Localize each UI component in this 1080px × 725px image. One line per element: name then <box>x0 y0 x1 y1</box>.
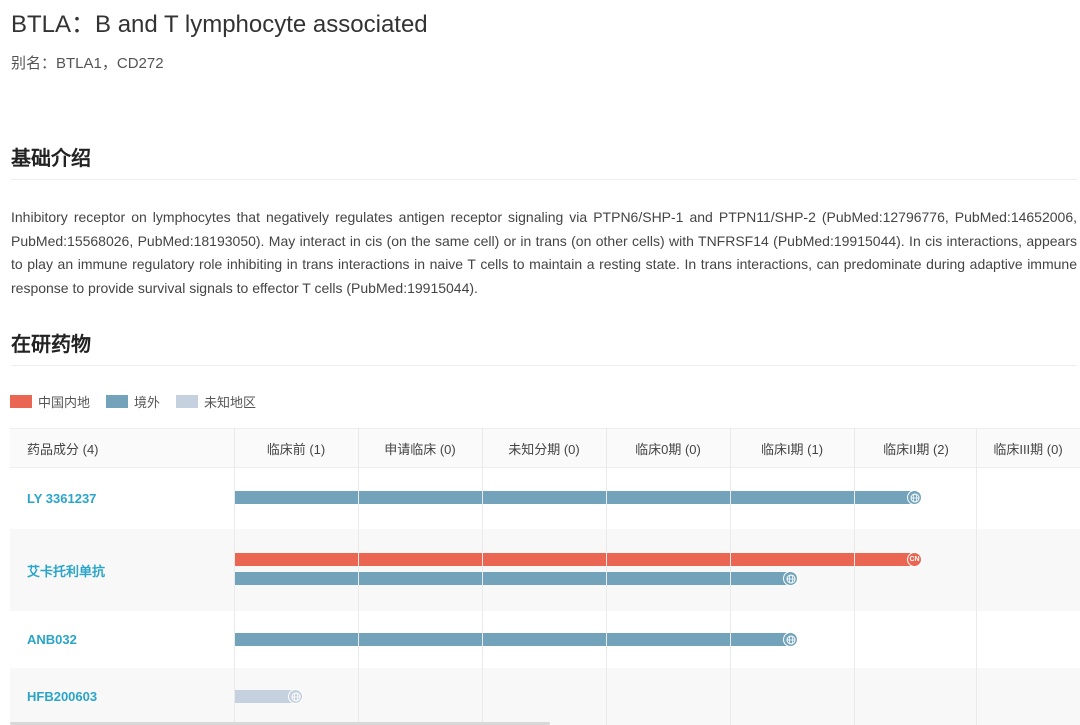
section-divider <box>11 179 1077 180</box>
intro-text: Inhibitory receptor on lymphocytes that … <box>11 209 1077 296</box>
drug-link[interactable]: ANB032 <box>27 632 77 647</box>
target-alias: 别名：BTLA1，CD272 <box>11 55 164 72</box>
phase-bar-mainland[interactable]: CN <box>234 552 922 567</box>
column-divider <box>358 428 359 725</box>
table-row: HFB200603 <box>10 668 1080 725</box>
phase-bar-overseas[interactable] <box>234 632 798 647</box>
column-divider <box>854 428 855 725</box>
header-phase-unknown: 未知分期 (0) <box>508 441 580 457</box>
legend-label-overseas: 境外 <box>134 394 161 410</box>
globe-icon <box>288 689 303 704</box>
section-divider <box>11 365 1077 366</box>
phase-bar-overseas[interactable] <box>234 571 798 586</box>
drug-link[interactable]: HFB200603 <box>27 689 97 704</box>
table-header-row: 药品成分 (4) 临床前 (1) 申请临床 (0) 未知分期 (0) 临床0期 … <box>10 428 1080 468</box>
globe-icon <box>783 632 798 647</box>
globe-icon <box>783 571 798 586</box>
drug-link[interactable]: 艾卡托利单抗 <box>27 561 105 580</box>
header-phase-3: 临床III期 (0) <box>993 441 1063 457</box>
table-row: LY 3361237 <box>10 468 1080 529</box>
legend-item-overseas[interactable]: 境外 <box>106 392 160 411</box>
column-divider <box>606 428 607 725</box>
header-phase-ind: 申请临床 (0) <box>384 441 456 457</box>
header-drug-ingredient: 药品成分 (4) <box>27 441 99 457</box>
column-divider <box>482 428 483 725</box>
table-row: 艾卡托利单抗 CN <box>10 529 1080 611</box>
legend-swatch-unknown <box>176 394 199 408</box>
legend-swatch-overseas <box>106 394 129 408</box>
phase-bar-unknown[interactable] <box>234 689 303 704</box>
section-title-drugs: 在研药物 <box>11 334 91 356</box>
header-phase-preclinical: 临床前 (1) <box>266 441 326 457</box>
region-legend: 中国内地 境外 未知地区 <box>10 392 272 410</box>
legend-item-mainland[interactable]: 中国内地 <box>10 392 90 411</box>
cn-region-icon: CN <box>907 552 922 567</box>
table-row: ANB032 <box>10 611 1080 668</box>
column-divider <box>730 428 731 725</box>
globe-icon <box>907 490 922 505</box>
header-phase-0: 临床0期 (0) <box>635 441 701 457</box>
legend-item-unknown[interactable]: 未知地区 <box>176 392 256 411</box>
phase-bar-overseas[interactable] <box>234 490 922 505</box>
legend-label-mainland: 中国内地 <box>38 394 91 410</box>
column-divider <box>234 428 235 725</box>
legend-label-unknown: 未知地区 <box>204 394 257 410</box>
header-phase-1: 临床I期 (1) <box>760 441 824 457</box>
pipeline-table: 药品成分 (4) 临床前 (1) 申请临床 (0) 未知分期 (0) 临床0期 … <box>10 428 1080 725</box>
drug-link[interactable]: LY 3361237 <box>27 491 96 506</box>
section-title-intro: 基础介绍 <box>11 148 91 170</box>
legend-swatch-mainland <box>10 394 32 408</box>
page-title: BTLA：B and T lymphocyte associated <box>11 11 428 38</box>
column-divider <box>976 428 977 725</box>
header-phase-2: 临床II期 (2) <box>883 441 949 457</box>
